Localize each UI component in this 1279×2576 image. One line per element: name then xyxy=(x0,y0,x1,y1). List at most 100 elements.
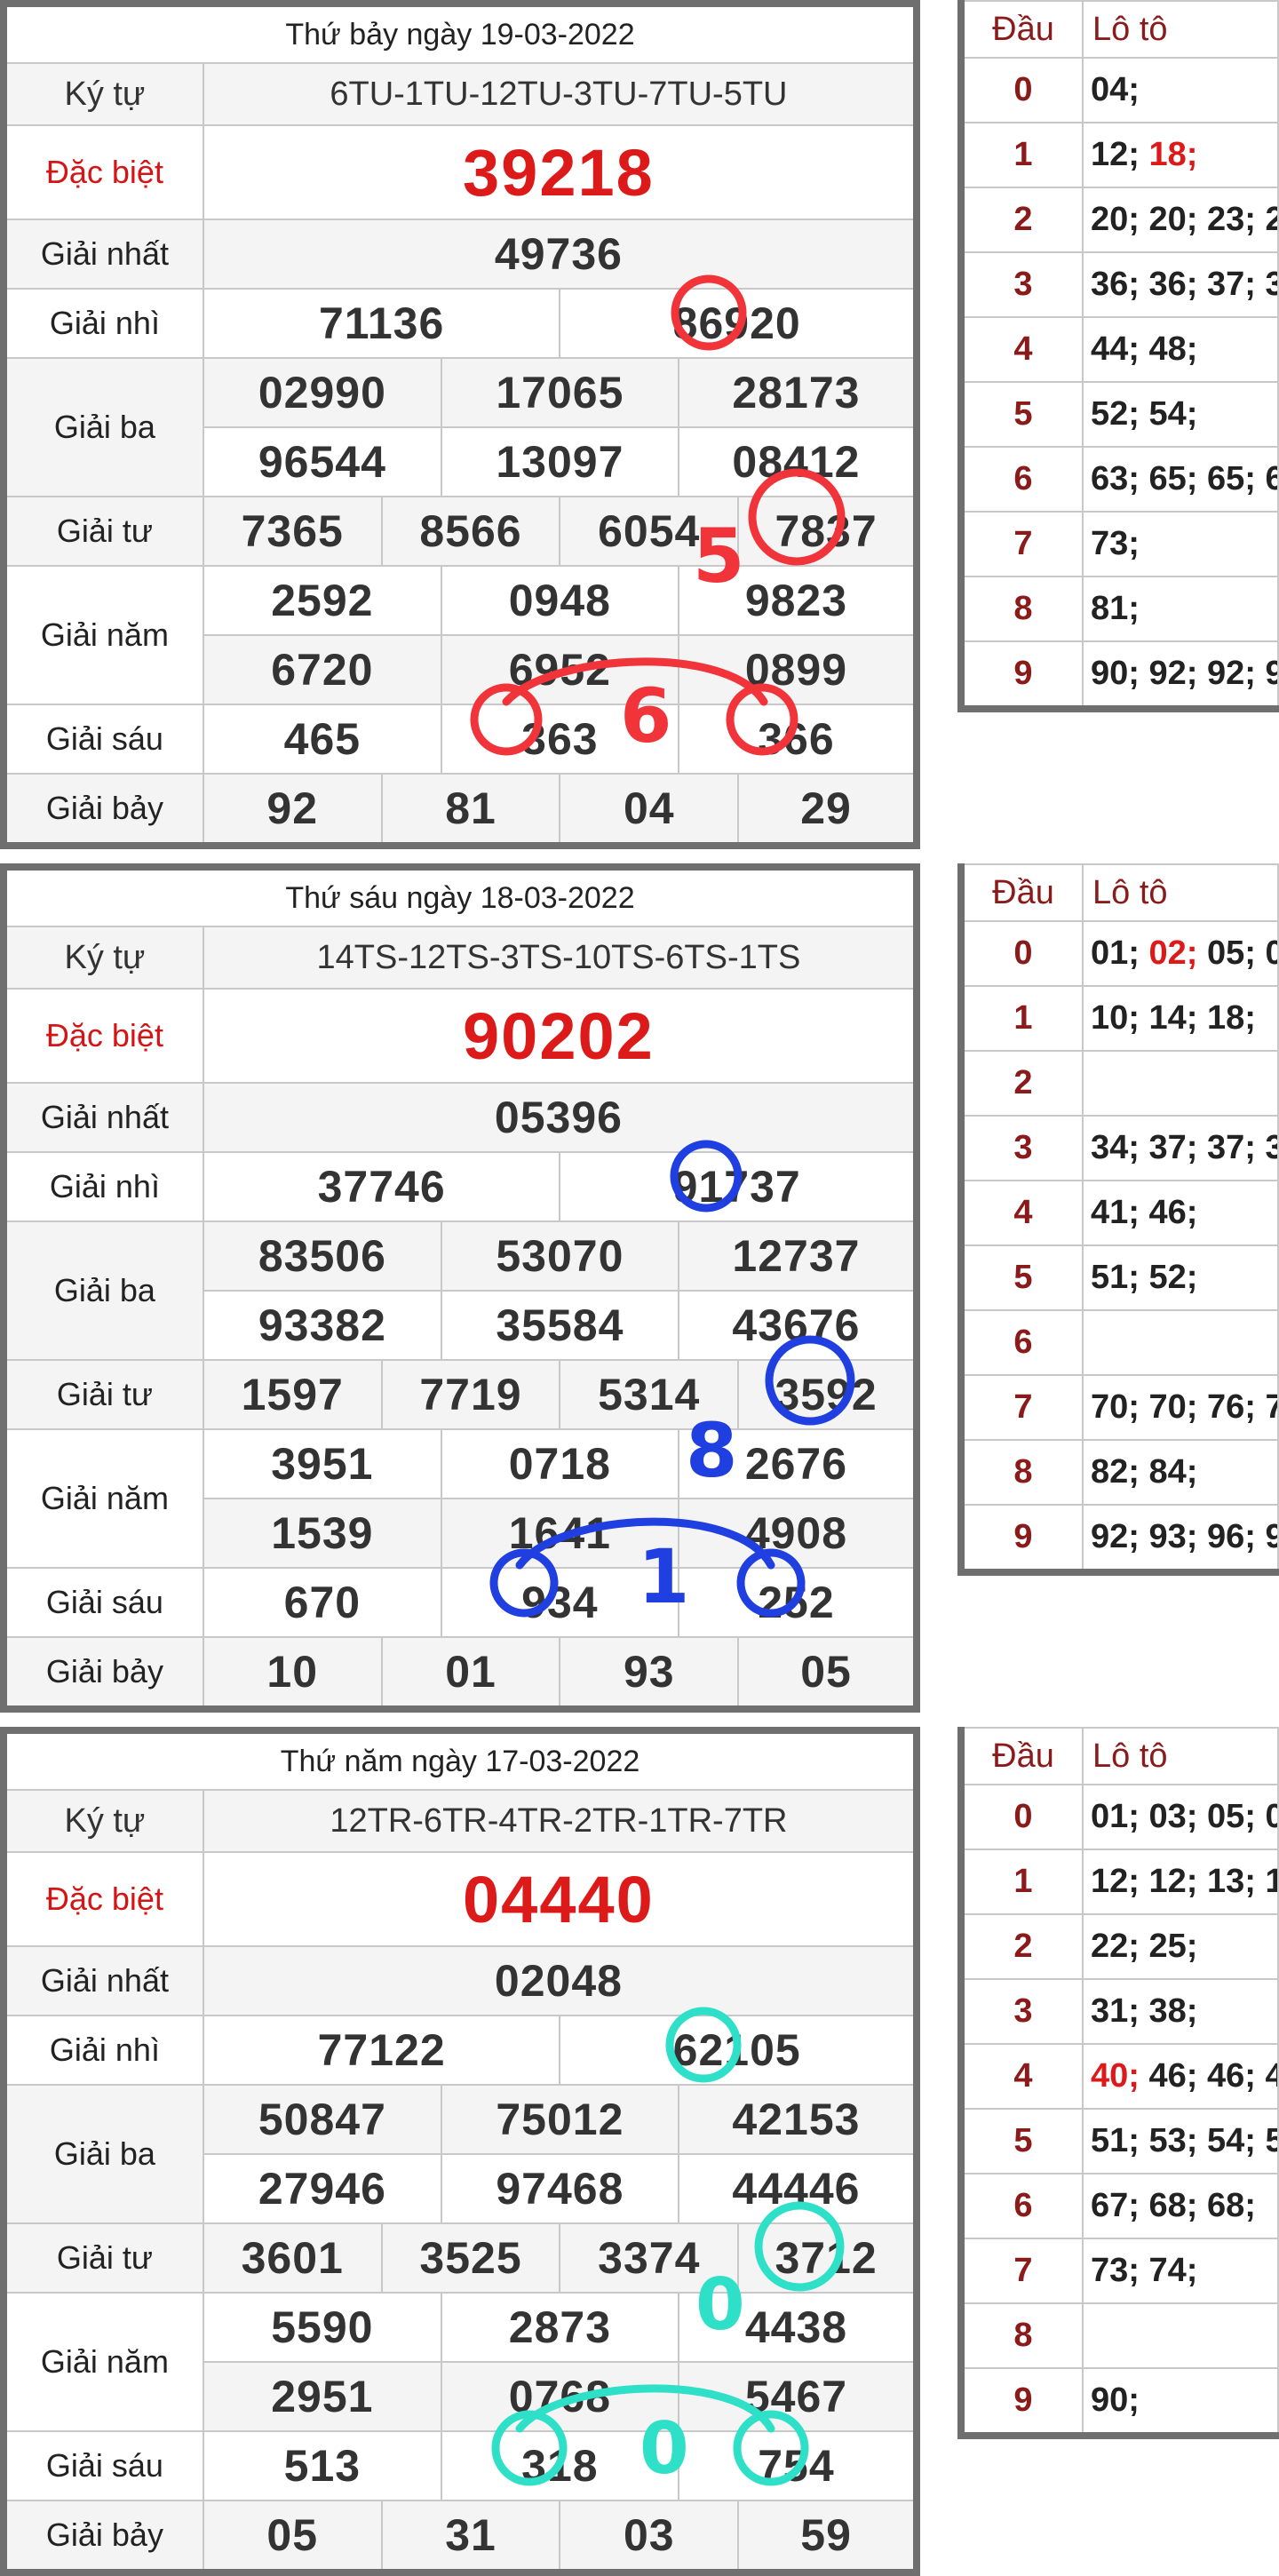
giai-sau-value: 934 xyxy=(440,1567,679,1638)
giai-nhi-value: 62105 xyxy=(559,2015,918,2086)
giai-nam-value: 3951 xyxy=(202,1428,442,1499)
giai-tu-value: 8566 xyxy=(380,496,561,567)
loto-cell: 01; 02; 05; 06; xyxy=(1082,920,1279,987)
kytu-value: 6TU-1TU-12TU-3TU-7TU-5TU xyxy=(202,62,918,126)
dau-cell: 1 xyxy=(960,985,1084,1052)
result-table: Thứ năm ngày 17-03-2022 Ký tự 12TR-6TR-4T… xyxy=(0,1727,920,2576)
giai-tu-value: 7837 xyxy=(737,496,918,567)
giai-ba-label: Giải ba xyxy=(3,1220,204,1361)
dau-cell: 0 xyxy=(960,920,1084,987)
giai-nam-label: Giải năm xyxy=(3,565,204,705)
draw-title: Thứ năm ngày 17-03-2022 xyxy=(3,1729,918,1791)
dau-cell: 3 xyxy=(960,1115,1084,1181)
kytu-label: Ký tự xyxy=(3,1789,204,1853)
giai-ba-value: 13097 xyxy=(440,426,679,497)
draw-title: Thứ bảy ngày 19-03-2022 xyxy=(3,3,918,64)
loto-cell: 04; xyxy=(1082,57,1279,123)
giai-nhi-value: 77122 xyxy=(202,2015,561,2086)
dau-cell: 9 xyxy=(960,2367,1084,2437)
giai-sau-value: 754 xyxy=(677,2430,918,2501)
giai-tu-label: Giải tư xyxy=(3,2222,204,2294)
loto-cell: 01; 03; 05; 05; xyxy=(1082,1784,1279,1850)
dau-cell: 3 xyxy=(960,251,1084,318)
loto-cell: 36; 36; 37; 37; xyxy=(1082,251,1279,318)
dau-cell: 7 xyxy=(960,511,1084,577)
giai-ba-value: 93382 xyxy=(202,1290,442,1361)
loto-cell: 73; xyxy=(1082,511,1279,577)
giai-sau-value: 366 xyxy=(677,704,918,775)
loto-table: ĐầuLô tô 004; 112; 18; 220; 20; 23; 29; … xyxy=(957,0,1279,712)
dau-header: Đầu xyxy=(960,1727,1084,1785)
giai-nam-value: 6952 xyxy=(440,634,679,705)
dau-cell: 2 xyxy=(960,187,1084,253)
giai-nam-label: Giải năm xyxy=(3,1428,204,1569)
result-table: Thứ sáu ngày 18-03-2022 Ký tự 14TS-12TS-3… xyxy=(0,863,920,1713)
giai-ba-value: 96544 xyxy=(202,426,442,497)
draw-panel-2: Thứ năm ngày 17-03-2022 Ký tự 12TR-6TR-4T… xyxy=(0,1727,920,2576)
loto-cell: 51; 53; 54; 59; xyxy=(1082,2108,1279,2174)
giai-tu-value: 7719 xyxy=(380,1359,561,1430)
loto-cell: 52; 54; xyxy=(1082,381,1279,448)
giai-bay-value: 03 xyxy=(559,2500,740,2573)
loto-header: Lô tô xyxy=(1082,863,1279,922)
giai-tu-value: 3592 xyxy=(737,1359,918,1430)
loto-cell: 90; xyxy=(1082,2367,1279,2437)
loto-cell: 12; 12; 13; 18; xyxy=(1082,1849,1279,1915)
giai-ba-label: Giải ba xyxy=(3,357,204,497)
dau-cell: 4 xyxy=(960,2043,1084,2110)
giai-bay-value: 93 xyxy=(559,1636,740,1710)
giai-tu-label: Giải tư xyxy=(3,1359,204,1430)
giai-nhat-value: 49736 xyxy=(202,219,918,290)
dac-biet-label: Đặc biệt xyxy=(3,124,204,220)
giai-nhi-value: 37746 xyxy=(202,1151,561,1222)
loto-cell: 31; 38; xyxy=(1082,1978,1279,2045)
giai-bay-value: 29 xyxy=(737,773,918,847)
dau-cell: 5 xyxy=(960,2108,1084,2174)
giai-nam-value: 2951 xyxy=(202,2361,442,2432)
giai-nhat-label: Giải nhất xyxy=(3,1945,204,2016)
giai-nam-value: 1539 xyxy=(202,1498,442,1569)
giai-sau-label: Giải sáu xyxy=(3,1567,204,1638)
dau-header: Đầu xyxy=(960,863,1084,922)
giai-nhi-value: 91737 xyxy=(559,1151,918,1222)
dau-cell: 6 xyxy=(960,446,1084,513)
giai-ba-value: 53070 xyxy=(440,1220,679,1292)
loto-cell xyxy=(1082,2302,1279,2369)
kytu-value: 14TS-12TS-3TS-10TS-6TS-1TS xyxy=(202,926,918,990)
giai-ba-value: 12737 xyxy=(677,1220,918,1292)
loto-cell: 92; 93; 96; 97; xyxy=(1082,1504,1279,1573)
giai-nam-value: 0718 xyxy=(440,1428,679,1499)
kytu-value: 12TR-6TR-4TR-2TR-1TR-7TR xyxy=(202,1789,918,1853)
giai-bay-label: Giải bảy xyxy=(3,773,204,847)
loto-cell: 34; 37; 37; 37; xyxy=(1082,1115,1279,1181)
dau-cell: 9 xyxy=(960,1504,1084,1573)
special-loto: 18; xyxy=(1148,136,1198,173)
giai-nam-value: 6720 xyxy=(202,634,442,705)
giai-bay-value: 81 xyxy=(380,773,561,847)
giai-nam-value: 9823 xyxy=(677,565,918,636)
giai-sau-value: 513 xyxy=(202,2430,442,2501)
draw-panel-1: Thứ sáu ngày 18-03-2022 Ký tự 14TS-12TS-3… xyxy=(0,863,920,1713)
special-loto: 40; xyxy=(1091,2057,1140,2095)
giai-ba-label: Giải ba xyxy=(3,2084,204,2224)
giai-nam-label: Giải năm xyxy=(3,2292,204,2432)
giai-tu-label: Giải tư xyxy=(3,496,204,567)
giai-ba-value: 43676 xyxy=(677,1290,918,1361)
dau-cell: 7 xyxy=(960,2238,1084,2304)
loto-cell: 63; 65; 65; 66; xyxy=(1082,446,1279,513)
giai-bay-label: Giải bảy xyxy=(3,1636,204,1710)
giai-sau-value: 252 xyxy=(677,1567,918,1638)
kytu-label: Ký tự xyxy=(3,62,204,126)
giai-bay-value: 05 xyxy=(202,2500,383,2573)
giai-nhat-label: Giải nhất xyxy=(3,219,204,290)
dau-cell: 4 xyxy=(960,316,1084,383)
loto-cell: 41; 46; xyxy=(1082,1180,1279,1246)
giai-tu-value: 3712 xyxy=(737,2222,918,2294)
giai-nhi-value: 86920 xyxy=(559,288,918,359)
giai-sau-value: 465 xyxy=(202,704,442,775)
special-loto: 02; xyxy=(1148,934,1198,972)
loto-cell: 20; 20; 23; 29; xyxy=(1082,187,1279,253)
giai-sau-value: 670 xyxy=(202,1567,442,1638)
giai-nam-value: 0768 xyxy=(440,2361,679,2432)
loto-header: Lô tô xyxy=(1082,1727,1279,1785)
